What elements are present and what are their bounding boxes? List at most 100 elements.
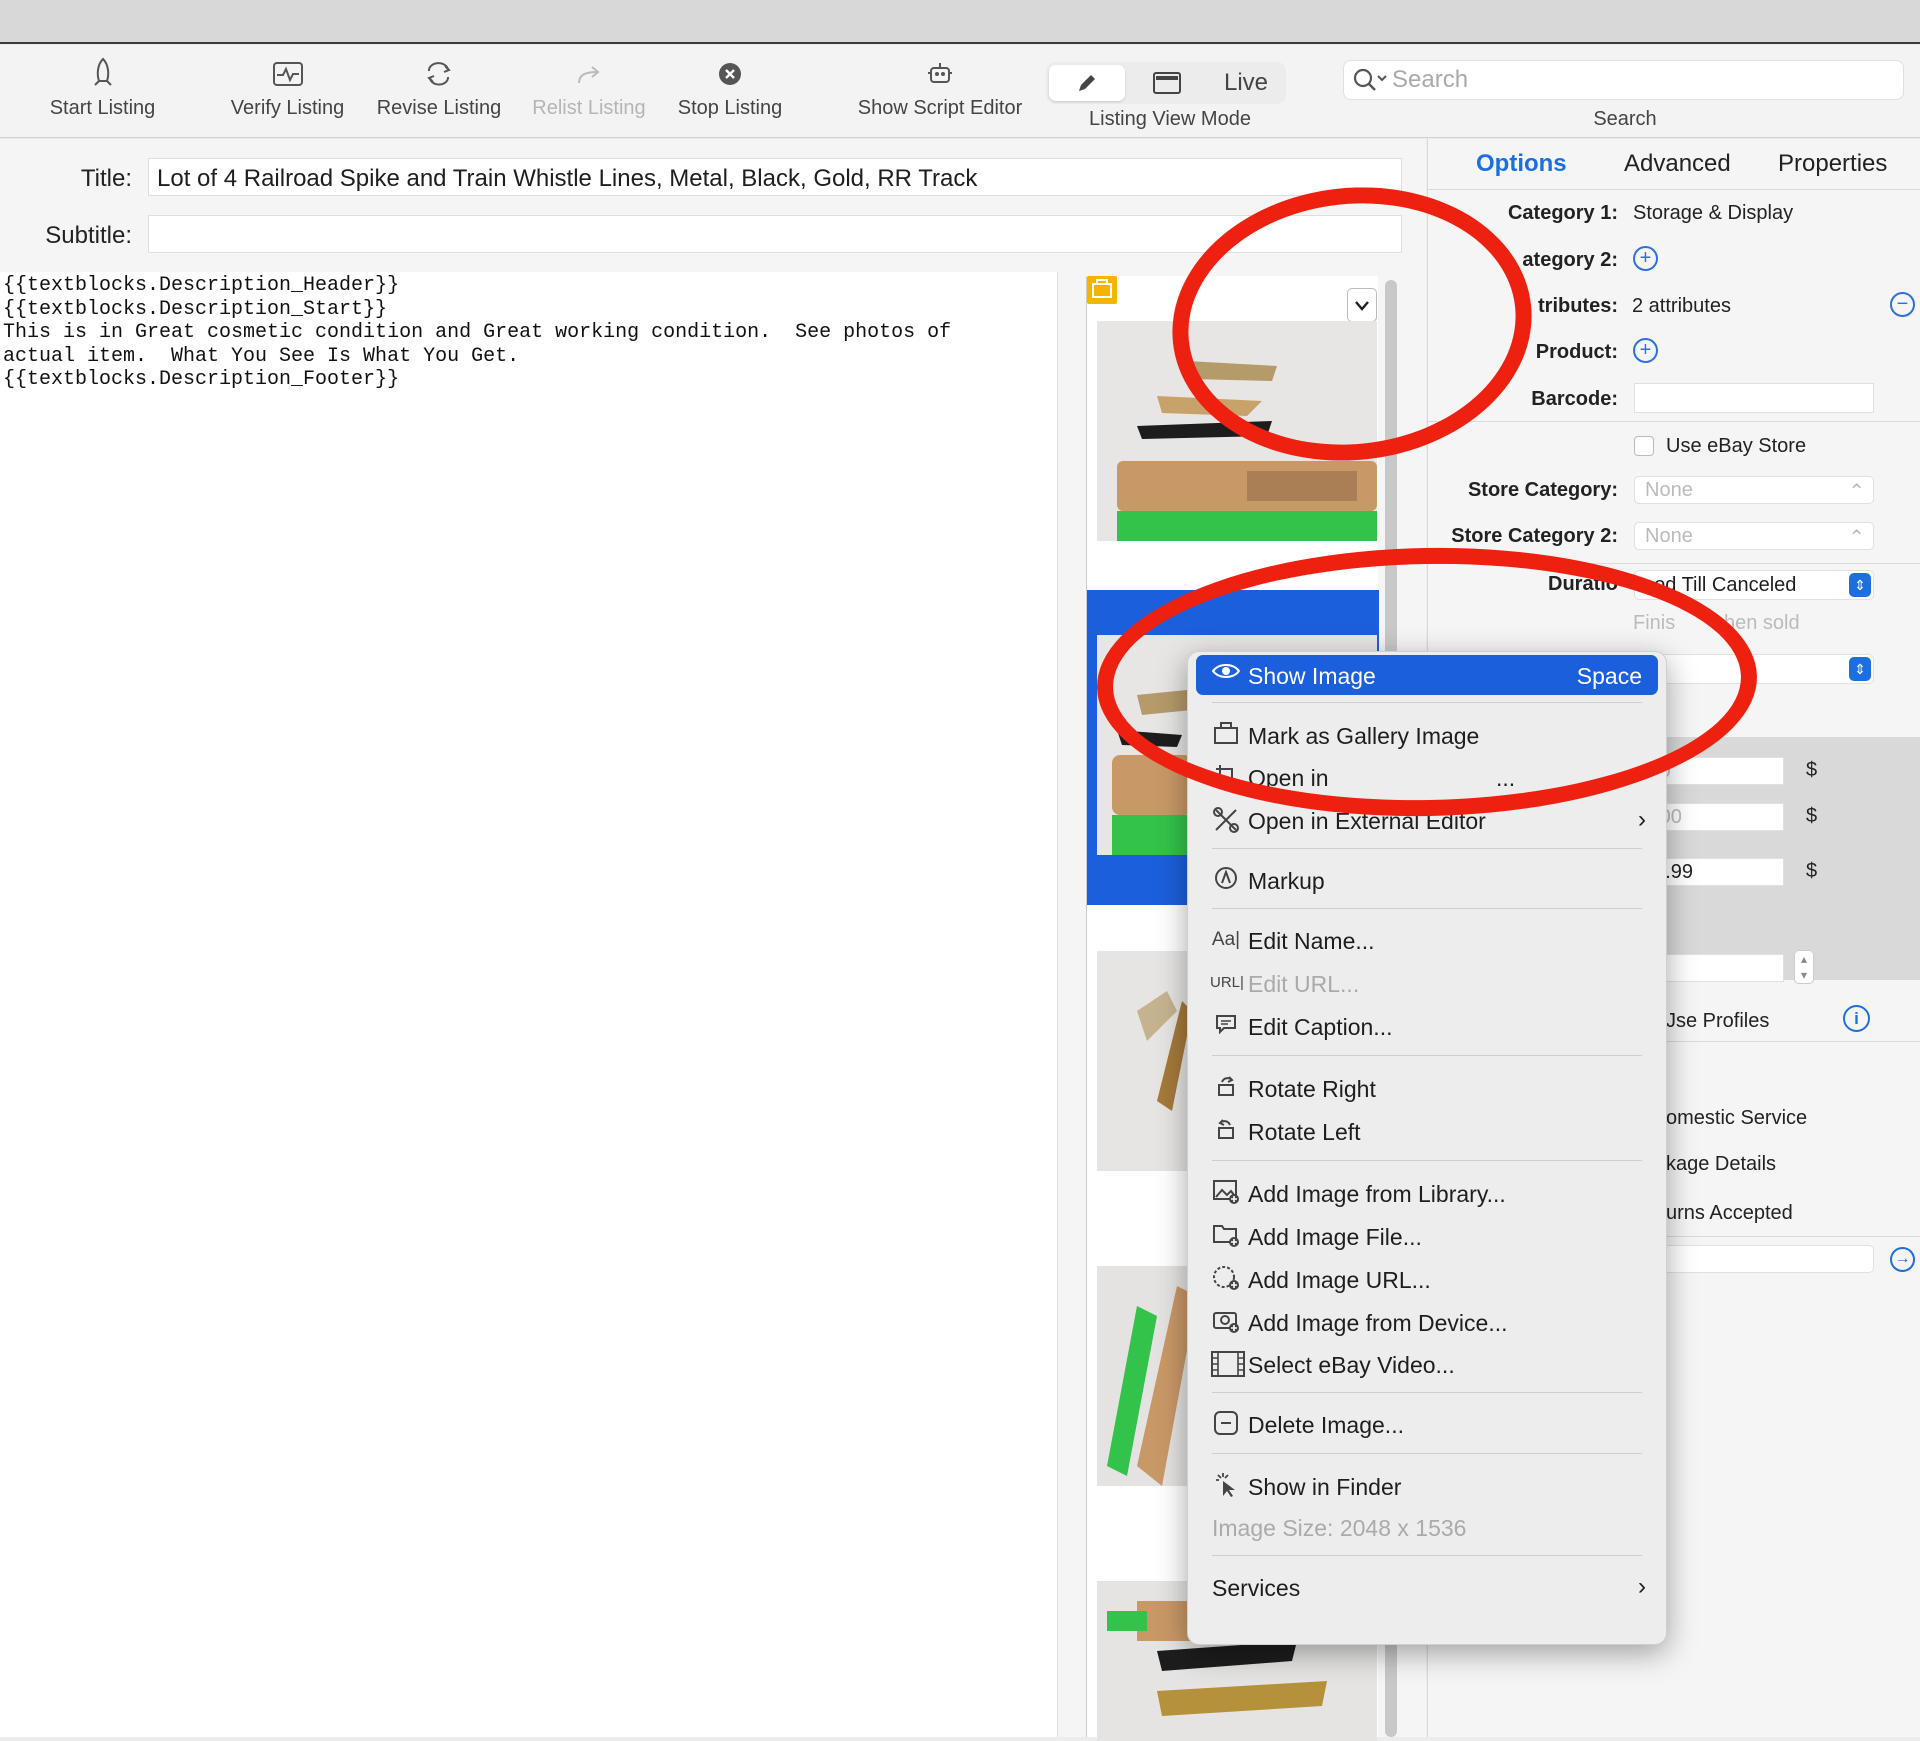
info-icon[interactable]: i	[1843, 1005, 1870, 1032]
start-listing-label: Start Listing	[49, 97, 156, 119]
store-category2-select[interactable]: None ⌃	[1634, 522, 1874, 550]
gallery-badge-icon	[1087, 276, 1117, 304]
chevron-right-icon: ›	[1638, 806, 1646, 833]
listing-view-mode-label: Listing View Mode	[1089, 108, 1251, 130]
stop-listing-button[interactable]: Stop Listing	[670, 45, 790, 138]
use-ebay-store-checkbox[interactable]	[1634, 436, 1654, 456]
menu-separator	[1212, 848, 1642, 849]
edit-name-label: Edit Name...	[1248, 928, 1375, 954]
select-video-label: Select eBay Video...	[1248, 1352, 1455, 1378]
category1-value[interactable]: Storage & Display	[1633, 202, 1793, 225]
search-label: Search	[1593, 108, 1657, 130]
rotate-left-icon	[1210, 1117, 1242, 1147]
subtitle-label: Subtitle:	[45, 222, 132, 249]
browser-window-icon	[1152, 72, 1182, 101]
description-editor[interactable]: {{textblocks.Description_Header}} {{text…	[0, 272, 1058, 1737]
search-field[interactable]	[1343, 60, 1904, 100]
menu-item-delete-image[interactable]: Delete Image...	[1196, 1404, 1658, 1444]
start-listing-button[interactable]: Start Listing	[40, 45, 165, 138]
menu-item-add-from-library[interactable]: Add Image from Library...	[1196, 1173, 1658, 1213]
menu-separator	[1212, 1160, 1642, 1161]
arrow-right-circle-icon[interactable]: →	[1890, 1247, 1915, 1272]
edit-caption-label: Edit Caption...	[1248, 1014, 1393, 1040]
menu-separator	[1212, 908, 1642, 909]
image-size-info: Image Size: 2048 x 1536	[1196, 1507, 1658, 1547]
search-label-wrap: Search	[1560, 108, 1690, 138]
chevron-updown-icon: ⇕	[1849, 573, 1871, 597]
store-category-select[interactable]: None ⌃	[1634, 476, 1874, 504]
show-script-editor-button[interactable]: Show Script Editor	[852, 45, 1028, 138]
pencil-icon	[1075, 74, 1099, 101]
menu-item-rotate-right[interactable]: Rotate Right	[1196, 1068, 1658, 1108]
tab-properties[interactable]: Properties	[1778, 150, 1887, 178]
attributes-value[interactable]: 2 attributes	[1632, 295, 1731, 318]
add-category2-icon[interactable]: +	[1633, 246, 1658, 271]
search-input[interactable]	[1392, 65, 1892, 95]
revise-listing-button[interactable]: Revise Listing	[372, 45, 506, 138]
live-mode-segment[interactable]: Live	[1209, 65, 1283, 101]
add-from-device-label: Add Image from Device...	[1248, 1310, 1508, 1336]
chevron-right-icon: ›	[1638, 1573, 1646, 1600]
relist-listing-button[interactable]: Relist Listing	[526, 45, 652, 138]
package-details-label[interactable]: kage Details	[1666, 1153, 1776, 1176]
menu-item-rotate-left[interactable]: Rotate Left	[1196, 1111, 1658, 1151]
globe-add-icon	[1210, 1265, 1242, 1297]
title-label: Title:	[80, 165, 132, 192]
tab-advanced[interactable]: Advanced	[1624, 150, 1731, 178]
tab-divider	[1428, 189, 1920, 190]
store-category2-value: None	[1645, 525, 1693, 547]
rotate-right-label: Rotate Right	[1248, 1076, 1376, 1102]
markup-pen-icon	[1210, 866, 1242, 896]
menu-item-markup[interactable]: Markup	[1196, 860, 1658, 900]
film-strip-icon	[1210, 1350, 1245, 1384]
domestic-service-label[interactable]: omestic Service	[1666, 1107, 1807, 1130]
menu-item-edit-url[interactable]: URL| Edit URL...	[1196, 963, 1658, 1003]
edit-url-label: Edit URL...	[1248, 971, 1360, 997]
menu-separator	[1212, 1453, 1642, 1454]
use-profiles-label: Jse Profiles	[1666, 1010, 1770, 1032]
menu-item-add-from-device[interactable]: Add Image from Device...	[1196, 1302, 1658, 1342]
menu-item-add-url[interactable]: Add Image URL...	[1196, 1259, 1658, 1299]
verify-listing-label: Verify Listing	[230, 97, 345, 119]
store-category2-label: Store Category 2:	[1451, 525, 1618, 547]
menu-separator	[1212, 1055, 1642, 1056]
menu-separator	[1212, 1392, 1642, 1393]
url-cursor-icon: URL|	[1210, 974, 1244, 991]
folder-add-icon	[1210, 1222, 1242, 1254]
barcode-field[interactable]	[1634, 383, 1874, 413]
currency-label: $	[1806, 805, 1818, 827]
revise-arrows-icon	[372, 45, 506, 97]
menu-item-services[interactable]: Services ›	[1196, 1567, 1658, 1607]
menu-item-edit-caption[interactable]: Edit Caption...	[1196, 1006, 1658, 1046]
store-category-value: None	[1645, 479, 1693, 501]
revise-listing-label: Revise Listing	[376, 97, 502, 119]
add-product-icon[interactable]: +	[1633, 338, 1658, 363]
text-cursor-icon: Aa|	[1211, 929, 1241, 950]
menu-item-select-video[interactable]: Select eBay Video...	[1196, 1344, 1658, 1384]
listing-view-mode-segmented[interactable]: Live	[1046, 62, 1286, 104]
returns-accepted-label[interactable]: urns Accepted	[1666, 1202, 1793, 1225]
stop-x-circle-icon	[670, 45, 790, 97]
add-url-label: Add Image URL...	[1248, 1267, 1431, 1293]
edit-mode-segment[interactable]	[1049, 65, 1125, 101]
menu-item-show-in-finder[interactable]: Show in Finder	[1196, 1466, 1658, 1506]
quantity-stepper[interactable]: ▴ ▾	[1794, 950, 1814, 984]
title-field[interactable]: Lot of 4 Railroad Spike and Train Whistl…	[148, 158, 1402, 196]
image-size-label: Image Size: 2048 x 1536	[1212, 1515, 1467, 1541]
photo-library-icon	[1210, 1179, 1242, 1211]
verify-listing-button[interactable]: Verify Listing	[225, 45, 350, 138]
menu-item-add-file[interactable]: Add Image File...	[1196, 1216, 1658, 1256]
toolbar: Start Listing Verify Listing Revise List…	[0, 45, 1920, 138]
stop-listing-label: Stop Listing	[677, 97, 783, 119]
store-category-label: Store Category:	[1467, 479, 1618, 501]
chevron-updown-icon: ⌃	[1848, 481, 1865, 503]
menu-item-edit-name[interactable]: Aa| Edit Name...	[1196, 920, 1658, 960]
tab-options[interactable]: Options	[1476, 150, 1567, 178]
chevron-updown-icon: ⇕	[1849, 657, 1871, 681]
remove-attributes-icon[interactable]: −	[1890, 292, 1915, 317]
preview-mode-segment[interactable]	[1129, 65, 1205, 101]
rotate-right-icon	[1210, 1074, 1242, 1104]
chevron-updown-icon: ⌃	[1848, 527, 1865, 549]
template-select[interactable]	[1634, 1245, 1874, 1273]
show-in-finder-label: Show in Finder	[1248, 1474, 1402, 1500]
